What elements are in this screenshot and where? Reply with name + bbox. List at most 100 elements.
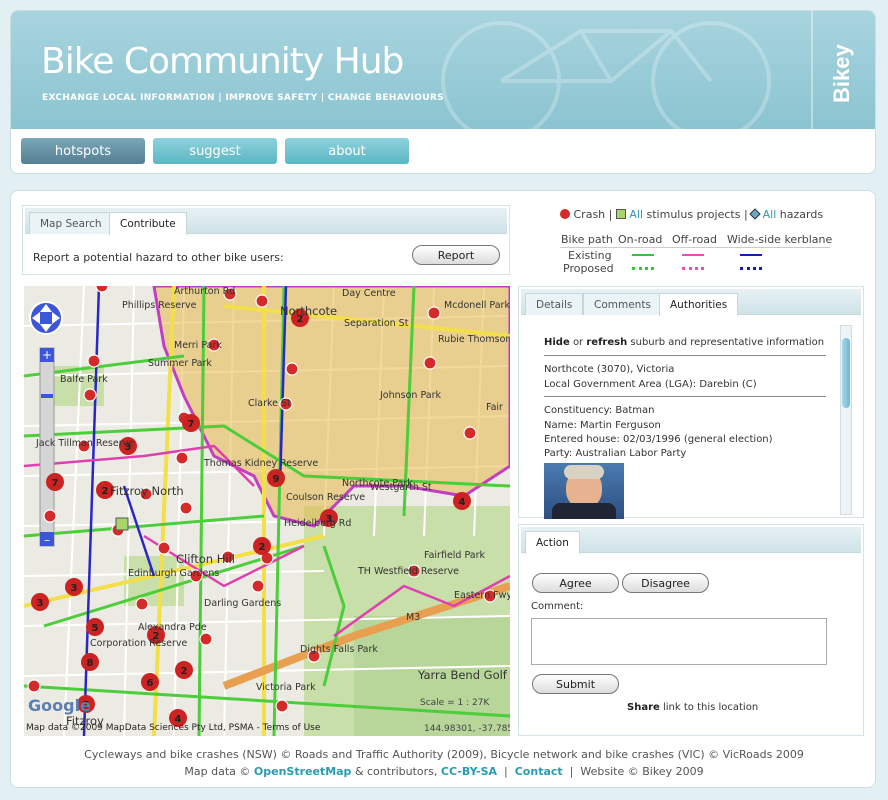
map-label: Merri Park (174, 340, 222, 351)
map-label: Heidelberg Rd (284, 518, 352, 529)
logo-divider (811, 11, 813, 129)
legend-row-label: Existing (568, 249, 612, 262)
submit-button[interactable]: Submit (532, 674, 619, 694)
stimulus-icon (615, 209, 626, 219)
legend-crash[interactable]: Crash (574, 208, 606, 221)
svg-text:–: – (44, 533, 50, 547)
map-label: Westgarth St (370, 482, 432, 493)
legend-header: Bike path (561, 233, 613, 246)
svg-text:2: 2 (102, 486, 109, 497)
legend-all-hazards-link[interactable]: All (763, 208, 777, 221)
svg-text:7: 7 (52, 478, 59, 489)
bike-illustration (441, 21, 771, 129)
share-link[interactable]: Share (627, 702, 660, 713)
map-label: Alexandra Pde (138, 622, 207, 633)
map-pan-control[interactable] (29, 301, 63, 335)
map-label: Summer Park (148, 358, 212, 369)
map-label: Phillips Reserve (122, 300, 197, 311)
map-label: Northcote (280, 304, 338, 318)
kerblane-existing-swatch (740, 254, 762, 256)
map[interactable]: + – 2 3 7 7 2 9 4 3 2 3 5 2 8 6 2 5 4 3 … (24, 286, 510, 736)
scroll-thumb[interactable] (842, 338, 850, 408)
info-scrollbar[interactable] (840, 325, 852, 515)
onroad-existing-swatch (632, 254, 654, 256)
map-label: Edinburgh Gardens (128, 568, 220, 579)
map-label: TH Westfield Reserve (358, 566, 460, 577)
svg-text:5: 5 (92, 623, 99, 634)
map-label: Johnson Park (380, 390, 441, 401)
report-button[interactable]: Report (412, 245, 500, 265)
license-link[interactable]: CC-BY-SA (441, 765, 497, 778)
hide-link[interactable]: Hide (544, 337, 570, 348)
map-label: Fair (486, 402, 503, 413)
suburb-info: Northcote (3070), Victoria (544, 364, 675, 375)
map-label: Fitzroy North (110, 484, 184, 498)
tab-map-search[interactable]: Map Search (29, 212, 113, 234)
svg-text:2: 2 (181, 666, 188, 677)
map-label: Eastern Fwy (454, 590, 510, 601)
footer-credits: Cycleways and bike crashes (NSW) © Roads… (84, 748, 804, 761)
osm-link[interactable]: OpenStreetMap (254, 765, 352, 778)
map-label: Balfe Park (60, 374, 108, 385)
svg-text:4: 4 (459, 497, 466, 508)
svg-text:8: 8 (87, 658, 94, 669)
party-info: Party: Australian Labor Party (544, 448, 687, 459)
comment-textarea[interactable] (531, 618, 827, 665)
map-label: Jack Tillman Reserve (36, 438, 135, 449)
map-label: Day Centre (342, 288, 396, 299)
tab-comments[interactable]: Comments (583, 293, 662, 315)
nav-suggest[interactable]: suggest (153, 138, 277, 164)
legend-row-label: Proposed (563, 262, 614, 275)
banner: Bike Community Hub EXCHANGE LOCAL INFORM… (11, 11, 875, 129)
svg-text:3: 3 (71, 583, 78, 594)
nav-hotspots[interactable]: hotspots (21, 138, 145, 164)
kerblane-proposed-swatch (740, 267, 762, 270)
disagree-button[interactable]: Disagree (622, 573, 709, 593)
map-label: Rubie Thomson Reserve (438, 334, 510, 345)
bikey-logo[interactable]: Bikey (817, 39, 867, 109)
site-title: Bike Community Hub (41, 41, 404, 82)
nav-about[interactable]: about (285, 138, 409, 164)
entered-house: Entered house: 02/03/1996 (general elect… (544, 434, 773, 445)
legend-hazards: hazards (779, 208, 824, 221)
crash-icon (560, 209, 570, 219)
map-label: M3 (406, 612, 421, 623)
svg-text:3: 3 (37, 598, 44, 609)
lga-info: Local Government Area (LGA): Darebin (C) (544, 379, 757, 390)
legend-stimulus: stimulus projects (646, 208, 741, 221)
contribute-panel: Map Search Contribute Report a potential… (22, 205, 510, 275)
stimulus-marker[interactable] (115, 517, 129, 531)
map-label: Separation St (344, 318, 409, 329)
tab-action[interactable]: Action (525, 531, 580, 554)
map-label: Coulson Reserve (286, 492, 366, 503)
google-logo[interactable]: Google (28, 696, 91, 715)
info-tabbar: Details Comments Authorities (521, 289, 861, 316)
legend-all-stimulus-link[interactable]: All (629, 208, 643, 221)
constituency-info: Constituency: Batman (544, 405, 655, 416)
tab-contribute[interactable]: Contribute (109, 212, 187, 235)
map-label: Thomas Kidney Reserve (204, 458, 319, 469)
action-panel: Action Agree Disagree Comment: Submit Sh… (518, 524, 864, 736)
map-label: Arthurton Rd (174, 286, 236, 297)
svg-text:6: 6 (147, 678, 154, 689)
legend-header: Off-road (672, 233, 717, 246)
map-copyright[interactable]: Map data ©2009 MapData Sciences Pty Ltd,… (26, 723, 320, 733)
contact-link[interactable]: Contact (515, 765, 563, 778)
member-photo (544, 463, 624, 519)
refresh-link[interactable]: refresh (586, 337, 627, 348)
agree-button[interactable]: Agree (532, 573, 619, 593)
map-label: Corporation Reserve (90, 638, 188, 649)
map-coords: 144.98301, -37.78523 (424, 724, 510, 734)
tab-authorities[interactable]: Authorities (659, 293, 739, 316)
footer-links: Map data © OpenStreetMap & contributors,… (184, 765, 704, 778)
svg-text:9: 9 (273, 474, 280, 485)
website-credit: Website © Bikey 2009 (580, 765, 704, 778)
legend-header: On-road (618, 233, 663, 246)
map-label: Mcdonell Park (444, 300, 510, 311)
svg-text:7: 7 (188, 419, 195, 430)
report-prompt: Report a potential hazard to other bike … (33, 251, 284, 264)
info-panel: Details Comments Authorities Hide or ref… (518, 286, 864, 519)
onroad-proposed-swatch (632, 267, 654, 270)
map-label: Fairfield Park (424, 550, 486, 561)
tab-details[interactable]: Details (525, 293, 584, 315)
